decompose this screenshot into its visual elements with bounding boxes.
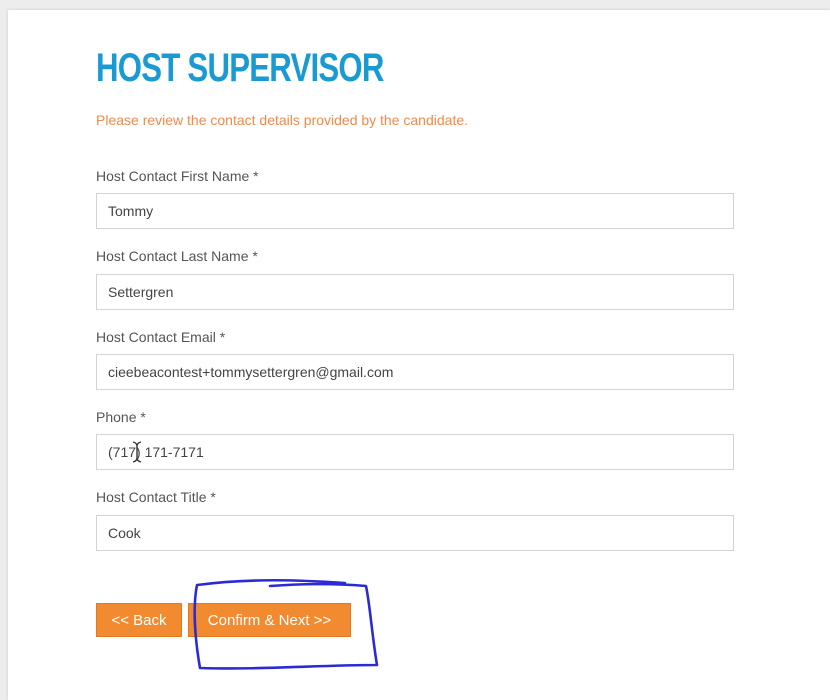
last-name-field[interactable] [96, 274, 734, 310]
first-name-label: Host Contact First Name * [96, 168, 259, 184]
confirm-next-button[interactable]: Confirm & Next >> [188, 603, 351, 637]
title-label: Host Contact Title * [96, 489, 216, 505]
first-name-field[interactable] [96, 193, 734, 229]
page-title: HOST SUPERVISOR [96, 46, 384, 90]
instructions-text: Please review the contact details provid… [96, 112, 469, 128]
email-field[interactable] [96, 354, 734, 390]
title-field[interactable] [96, 515, 734, 551]
email-label: Host Contact Email * [96, 329, 226, 345]
phone-field[interactable] [96, 434, 734, 470]
last-name-label: Host Contact Last Name * [96, 248, 258, 264]
phone-label: Phone * [96, 409, 146, 425]
back-button[interactable]: << Back [96, 603, 182, 637]
